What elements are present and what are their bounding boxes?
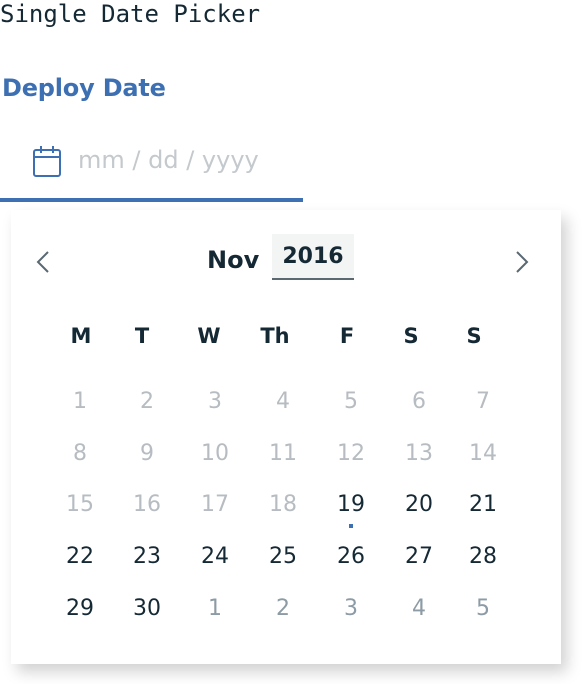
calendar-day[interactable]: 22: [52, 538, 108, 576]
calendar-day[interactable]: 21: [455, 486, 511, 524]
calendar-day[interactable]: 23: [119, 538, 175, 576]
chevron-right-icon: [516, 251, 529, 273]
weekday-header: W: [197, 324, 221, 348]
calendar-day[interactable]: 3: [323, 590, 379, 628]
weekday-header: S: [466, 324, 482, 348]
calendar-day[interactable]: 3: [187, 383, 243, 421]
weekday-header: S: [403, 324, 419, 348]
calendar-day[interactable]: 14: [455, 435, 511, 473]
calendar-day[interactable]: 1: [187, 590, 243, 628]
calendar-day[interactable]: 16: [119, 486, 175, 524]
calendar-day[interactable]: 6: [391, 383, 447, 421]
date-input-field[interactable]: [0, 128, 303, 202]
calendar-day[interactable]: 24: [187, 538, 243, 576]
calendar-day[interactable]: 5: [455, 590, 511, 628]
today-indicator: [349, 524, 353, 528]
calendar-day[interactable]: 13: [391, 435, 447, 473]
calendar-day[interactable]: 18: [255, 486, 311, 524]
calendar-day[interactable]: 30: [119, 590, 175, 628]
deploy-date-label: Deploy Date: [2, 74, 166, 102]
page-title: Single Date Picker: [0, 0, 261, 28]
chevron-left-icon: [36, 251, 49, 273]
calendar-day[interactable]: 26: [323, 538, 379, 576]
calendar-day[interactable]: 25: [255, 538, 311, 576]
calendar-day[interactable]: 5: [323, 383, 379, 421]
calendar-icon[interactable]: [32, 144, 62, 178]
weekday-header: M: [70, 324, 92, 348]
calendar-day[interactable]: 20: [391, 486, 447, 524]
weekday-header: T: [134, 324, 150, 348]
calendar-day[interactable]: 29: [52, 590, 108, 628]
calendar-day[interactable]: 7: [455, 383, 511, 421]
calendar-day[interactable]: 9: [119, 435, 175, 473]
weekday-header: Th: [260, 324, 290, 348]
calendar-day[interactable]: 15: [52, 486, 108, 524]
calendar-day[interactable]: 2: [119, 383, 175, 421]
calendar-day[interactable]: 4: [391, 590, 447, 628]
calendar-day[interactable]: 2: [255, 590, 311, 628]
prev-month-button[interactable]: [24, 242, 64, 282]
year-input[interactable]: 2016: [272, 234, 354, 280]
calendar-day[interactable]: 28: [455, 538, 511, 576]
calendar-popup: Nov 2016 M T W Th F S S 1 2 3 4 5 6 7 8 9 10 11 12 1…: [11, 210, 561, 664]
next-month-button[interactable]: [501, 242, 541, 282]
calendar-day[interactable]: 10: [187, 435, 243, 473]
month-label: Nov: [207, 246, 260, 274]
calendar-day[interactable]: 11: [255, 435, 311, 473]
calendar-day[interactable]: 12: [323, 435, 379, 473]
calendar-day[interactable]: 4: [255, 383, 311, 421]
calendar-day[interactable]: 17: [187, 486, 243, 524]
weekday-header: F: [339, 324, 355, 348]
calendar-day[interactable]: 8: [52, 435, 108, 473]
calendar-day-today[interactable]: 19: [323, 486, 379, 528]
calendar-day[interactable]: 27: [391, 538, 447, 576]
date-input[interactable]: [78, 140, 288, 180]
calendar-day[interactable]: 1: [52, 383, 108, 421]
